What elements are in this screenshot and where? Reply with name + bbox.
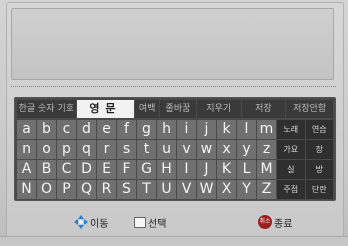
key-G[interactable]: G	[137, 160, 156, 179]
key-P[interactable]: P	[57, 180, 76, 199]
key-A[interactable]: A	[17, 160, 36, 179]
key-Z[interactable]: Z	[257, 180, 276, 199]
key-o[interactable]: o	[37, 140, 56, 159]
key-W[interactable]: W	[197, 180, 216, 199]
key-O[interactable]: O	[37, 180, 56, 199]
key-H[interactable]: H	[157, 160, 176, 179]
key-n[interactable]: n	[17, 140, 36, 159]
delete-button[interactable]: 지우기	[196, 100, 241, 118]
key-r[interactable]: r	[97, 140, 116, 159]
function-key[interactable]: 실	[277, 160, 305, 179]
key-f[interactable]: f	[117, 120, 136, 139]
key-t[interactable]: t	[137, 140, 156, 159]
help-bar: 이동 선택 취소 종료	[0, 214, 348, 230]
key-w[interactable]: w	[197, 140, 216, 159]
key-u[interactable]: u	[157, 140, 176, 159]
key-grid: a b c d e f g h i j k l m 노래 연습 n o p q r s t u v w x y z 가요 장 A B C D E F G…	[17, 120, 333, 199]
key-N[interactable]: N	[17, 180, 36, 199]
key-J[interactable]: J	[197, 160, 216, 179]
function-key[interactable]: 단란	[305, 180, 333, 199]
key-U[interactable]: U	[157, 180, 176, 199]
keyboard-mode-tabs: 한글 숫자 기호 영문 여백 줄바꿈 지우기 저장 저장안함	[17, 100, 333, 118]
key-B[interactable]: B	[37, 160, 56, 179]
dotted-divider	[11, 86, 336, 88]
onscreen-keyboard: 한글 숫자 기호 영문 여백 줄바꿈 지우기 저장 저장안함 abcdefghi…	[14, 97, 336, 201]
key-q[interactable]: q	[77, 140, 96, 159]
key-M[interactable]: M	[257, 160, 276, 179]
help-select: 선택	[134, 214, 166, 230]
key-x[interactable]: x	[217, 140, 236, 159]
key-D[interactable]: D	[77, 160, 96, 179]
function-key[interactable]: 주점	[277, 180, 305, 199]
help-exit: 취소 종료	[258, 214, 292, 230]
key-C[interactable]: C	[57, 160, 76, 179]
space-button[interactable]: 여백	[135, 100, 160, 118]
function-key[interactable]: 노래	[277, 120, 305, 139]
key-L[interactable]: L	[237, 160, 256, 179]
key-Q[interactable]: Q	[77, 180, 96, 199]
cancel-button-icon: 취소	[258, 215, 272, 229]
key-Y[interactable]: Y	[237, 180, 256, 199]
ok-button-icon	[134, 216, 146, 228]
key-K[interactable]: K	[217, 160, 236, 179]
dpad-icon	[74, 215, 88, 229]
help-select-label: 선택	[148, 218, 167, 230]
tab-hangul-number-symbol[interactable]: 한글 숫자 기호	[17, 100, 76, 118]
function-key[interactable]: 장	[305, 140, 333, 159]
function-key[interactable]: 연습	[305, 120, 333, 139]
key-g[interactable]: g	[137, 120, 156, 139]
text-display-area	[11, 8, 334, 80]
key-s[interactable]: s	[117, 140, 136, 159]
key-b[interactable]: b	[37, 120, 56, 139]
function-key[interactable]: 가요	[277, 140, 305, 159]
key-m[interactable]: m	[257, 120, 276, 139]
key-S[interactable]: S	[117, 180, 136, 199]
key-V[interactable]: V	[177, 180, 196, 199]
key-j[interactable]: j	[197, 120, 216, 139]
key-h[interactable]: h	[157, 120, 176, 139]
key-F[interactable]: F	[117, 160, 136, 179]
key-p[interactable]: p	[57, 140, 76, 159]
key-I[interactable]: I	[177, 160, 196, 179]
help-move: 이동	[74, 214, 108, 230]
key-k[interactable]: k	[217, 120, 236, 139]
save-button[interactable]: 저장	[241, 100, 286, 118]
key-i[interactable]: i	[177, 120, 196, 139]
key-l[interactable]: l	[237, 120, 256, 139]
key-R[interactable]: R	[97, 180, 116, 199]
key-y[interactable]: y	[237, 140, 256, 159]
key-c[interactable]: c	[57, 120, 76, 139]
dont-save-button[interactable]: 저장안함	[286, 100, 333, 118]
key-T[interactable]: T	[137, 180, 156, 199]
function-key[interactable]: 방	[305, 160, 333, 179]
key-v[interactable]: v	[177, 140, 196, 159]
newline-button[interactable]: 줄바꿈	[160, 100, 196, 118]
key-a[interactable]: a	[17, 120, 36, 139]
help-exit-label: 종료	[274, 218, 293, 230]
key-e[interactable]: e	[97, 120, 116, 139]
tab-english[interactable]: 영문	[76, 100, 135, 118]
help-move-label: 이동	[90, 218, 109, 230]
key-X[interactable]: X	[217, 180, 236, 199]
key-E[interactable]: E	[97, 160, 116, 179]
key-z[interactable]: z	[257, 140, 276, 159]
key-d[interactable]: d	[77, 120, 96, 139]
